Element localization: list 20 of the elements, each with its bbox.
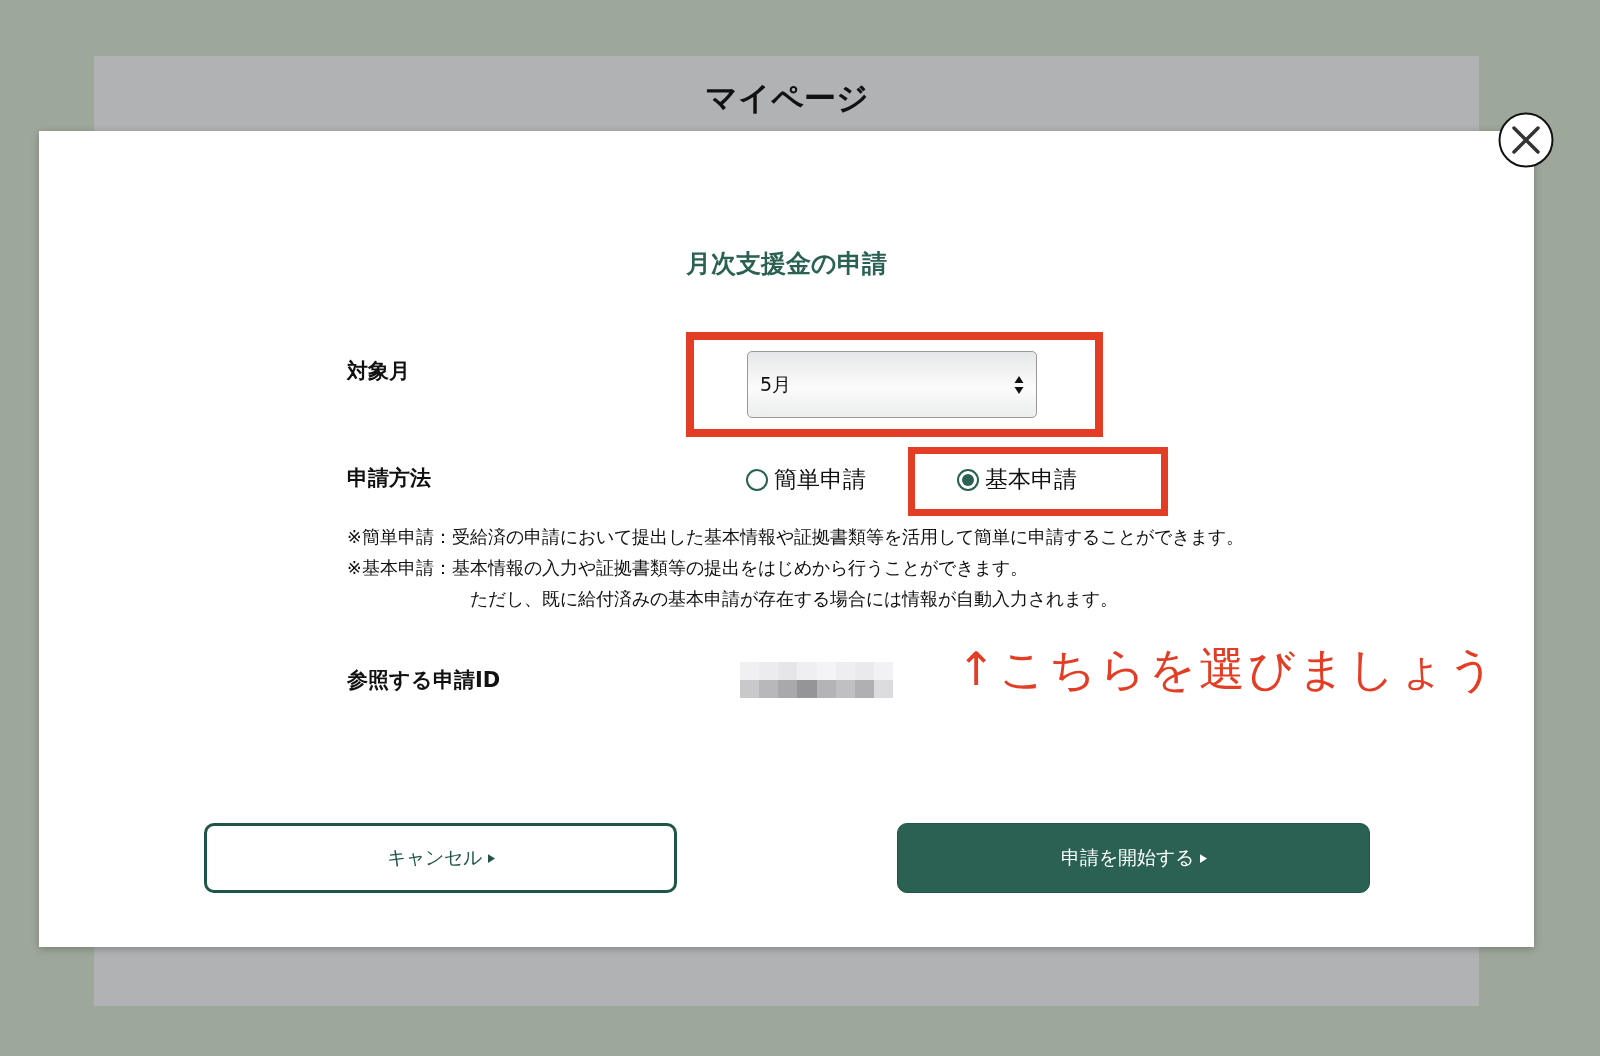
radio-button[interactable] xyxy=(957,468,979,491)
dialog-button[interactable]: 申請を開始する xyxy=(897,823,1370,893)
dialog-button[interactable]: キャンセル xyxy=(204,823,677,893)
updown-icon xyxy=(1014,374,1024,395)
note-text: ※簡単申請：受給済の申請において提出した基本情報や証拠書類等を活用して簡単に申請することができます。 xyxy=(347,526,1245,549)
note-text: ※基本申請：基本情報の入力や証拠書類等の提出をはじめから行うことができます。 xyxy=(347,557,1029,580)
month-select[interactable]: 5月 xyxy=(747,351,1037,418)
radio-button[interactable] xyxy=(746,468,768,491)
radio-option[interactable]: 基本申請 xyxy=(957,464,1161,495)
radio-option[interactable]: 簡単申請 xyxy=(746,464,901,495)
field-label: 申請方法 xyxy=(347,465,432,492)
annotation-text: ↑こちらを選びましょう xyxy=(957,641,1498,698)
close-icon[interactable] xyxy=(1498,112,1554,168)
field-label: 参照する申請ID xyxy=(347,667,502,694)
dialog-title: 月次支援金の申請 xyxy=(685,248,888,280)
page-title: マイページ xyxy=(703,78,870,118)
triangle-icon xyxy=(487,853,495,863)
field-label: 対象月 xyxy=(347,358,411,385)
triangle-icon xyxy=(1199,853,1207,863)
note-text: ただし、既に給付済みの基本申請が存在する場合には情報が自動入力されます。 xyxy=(469,588,1119,611)
